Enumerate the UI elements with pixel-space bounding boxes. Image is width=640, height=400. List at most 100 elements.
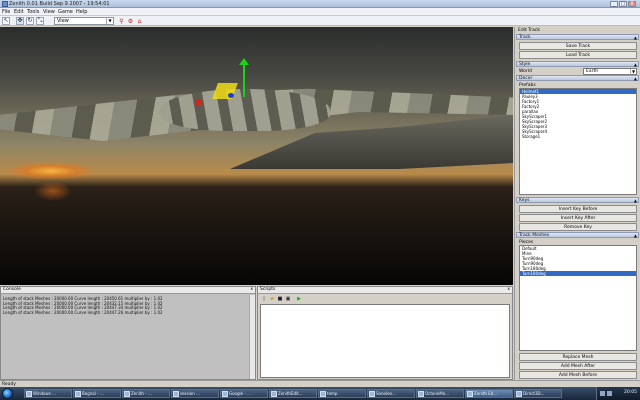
insert-key-before-button[interactable]: Insert Key Before: [519, 205, 637, 213]
rotate-icon[interactable]: ↻: [26, 17, 34, 25]
lock-icon[interactable]: ⌂: [136, 18, 143, 25]
network-icon[interactable]: [600, 391, 605, 396]
menu-file[interactable]: File: [2, 9, 10, 15]
clock[interactable]: 20:05: [624, 390, 637, 395]
app-icon: [75, 391, 81, 397]
close-icon[interactable]: x: [250, 287, 253, 293]
style-section-header[interactable]: Style ▲: [516, 61, 639, 67]
taskbar-item-label: Bagnal - ...: [82, 391, 104, 396]
chevron-up-icon: ▲: [633, 62, 637, 67]
console-scrollbar[interactable]: [249, 295, 255, 379]
window-title: Zenith 0.01 Build Sep 9 2007 - 19:54:01: [9, 1, 110, 7]
app-icon: [271, 391, 277, 397]
gear-icon[interactable]: ⚙: [127, 18, 134, 25]
add-mesh-before-button[interactable]: Add Mesh Before: [519, 371, 637, 379]
taskbar-item-label: Zenith Ed...: [474, 391, 498, 396]
keys-section-label: Keys: [519, 198, 530, 203]
track-meshes-section-label: Track Meshes: [519, 233, 550, 238]
sunset-glow: [6, 162, 96, 180]
taskbar-item[interactable]: Zenith Ed...: [465, 389, 513, 398]
select-icon[interactable]: ↖: [2, 17, 10, 25]
gizmo-x-handle[interactable]: [195, 100, 202, 105]
taskbar-item[interactable]: Direct3D...: [514, 389, 562, 398]
replace-mesh-button[interactable]: Replace Mesh: [519, 353, 637, 361]
taskbar-item-label: ZenithEdit...: [278, 391, 303, 396]
chevron-up-icon: ▲: [633, 233, 637, 238]
taskbar-item[interactable]: session ...: [171, 389, 219, 398]
decor-section-header[interactable]: Decor ▲: [516, 75, 639, 81]
taskbar-item[interactable]: Zenith - ...: [122, 389, 170, 398]
world-select-value: Earth: [586, 69, 599, 74]
scripts-panel: Scripts x ▯ ▰ ■ ▣ ▶: [257, 286, 513, 380]
menu-view[interactable]: View: [43, 9, 55, 15]
track-section-header[interactable]: Track ▲: [516, 34, 639, 40]
track-meshes-list[interactable]: Default Mine Turn90deg Turn90deg Turn180deg T…: [519, 245, 637, 351]
windows-taskbar: Windows ... Bagnal - ... Zenith - ... sessi…: [0, 387, 640, 400]
mesh-list-item[interactable]: Turn180deg: [520, 271, 636, 276]
console-title: Console: [3, 287, 21, 292]
taskbar-item[interactable]: OctaneMo...: [416, 389, 464, 398]
menu-tools[interactable]: Tools: [27, 9, 39, 15]
menu-help[interactable]: Help: [76, 9, 87, 15]
app-icon: [467, 391, 473, 397]
status-bar: Ready: [0, 380, 640, 387]
app-icon: [2, 1, 8, 7]
taskbar-item[interactable]: Bagnal - ...: [73, 389, 121, 398]
app-icon: [173, 391, 179, 397]
remove-key-button[interactable]: Remove Key: [519, 223, 637, 231]
taskbar-item[interactable]: Sonoleo...: [367, 389, 415, 398]
world-select[interactable]: Earth ▼: [583, 68, 637, 75]
prefabs-list[interactable]: Helmet1 Pauley3 Factory1 Factory2 parallax Sk…: [519, 88, 637, 195]
menu-game[interactable]: Game: [58, 9, 73, 15]
close-icon[interactable]: x: [507, 287, 510, 293]
chevron-up-icon: ▲: [633, 76, 637, 81]
load-track-button[interactable]: Load Track: [519, 51, 637, 59]
decor-section-label: Decor: [519, 76, 533, 81]
open-file-icon[interactable]: ▰: [269, 296, 275, 302]
3d-viewport[interactable]: [0, 27, 513, 285]
taskbar-item[interactable]: Google - ...: [220, 389, 268, 398]
menu-edit[interactable]: Edit: [14, 9, 24, 15]
script-editor[interactable]: [260, 304, 510, 378]
new-file-icon[interactable]: ▯: [261, 296, 267, 302]
ship-model[interactable]: [160, 89, 330, 131]
gizmo-y-axis[interactable]: [243, 63, 245, 97]
track-section-label: Track: [519, 35, 531, 40]
chevron-down-icon: ▼: [106, 18, 113, 24]
close-button[interactable]: X: [628, 1, 636, 7]
keys-section-header[interactable]: Keys ▲: [516, 197, 639, 203]
gizmo-y-arrow-icon[interactable]: [239, 58, 249, 65]
taskbar-item-label: Sonoleo...: [376, 391, 396, 396]
app-icon: [418, 391, 424, 397]
prefab-list-item[interactable]: Storage1: [520, 134, 636, 139]
taskbar-item-label: OctaneMo...: [425, 391, 450, 396]
app-icon: [369, 391, 375, 397]
add-mesh-after-button[interactable]: Add Mesh After: [519, 362, 637, 370]
view-select-value: View: [57, 18, 69, 24]
save-file-icon[interactable]: ■: [277, 296, 283, 302]
minimize-button[interactable]: _: [610, 1, 618, 7]
scripts-header: Scripts x: [258, 287, 512, 294]
app-icon: [516, 391, 522, 397]
taskbar-item-label: Zenith - ...: [131, 391, 152, 396]
scale-icon[interactable]: ⤡: [36, 17, 44, 25]
bone-icon[interactable]: ⚲: [118, 18, 125, 25]
console-output: Length of stack Meshes : 20000.00 Curve …: [3, 296, 247, 315]
save-all-icon[interactable]: ▣: [285, 296, 291, 302]
run-icon[interactable]: ▶: [296, 296, 302, 302]
insert-key-after-button[interactable]: Insert Key After: [519, 214, 637, 222]
maximize-button[interactable]: □: [619, 1, 627, 7]
save-track-button[interactable]: Save Track: [519, 42, 637, 50]
view-select[interactable]: View ▼: [54, 17, 114, 25]
start-button[interactable]: [2, 388, 13, 399]
world-label: World: [519, 69, 532, 74]
gizmo-center-handle[interactable]: [228, 93, 234, 98]
taskbar-item[interactable]: Windows ...: [24, 389, 72, 398]
console-header: Console x: [1, 287, 255, 294]
taskbar-item[interactable]: ZenithEdit...: [269, 389, 317, 398]
taskbar-item[interactable]: temp: [318, 389, 366, 398]
taskbar-item-label: Windows ...: [33, 391, 56, 396]
track-meshes-section-header[interactable]: Track Meshes ▲: [516, 232, 639, 238]
volume-icon[interactable]: [607, 391, 612, 396]
move-icon[interactable]: ✥: [16, 17, 24, 25]
